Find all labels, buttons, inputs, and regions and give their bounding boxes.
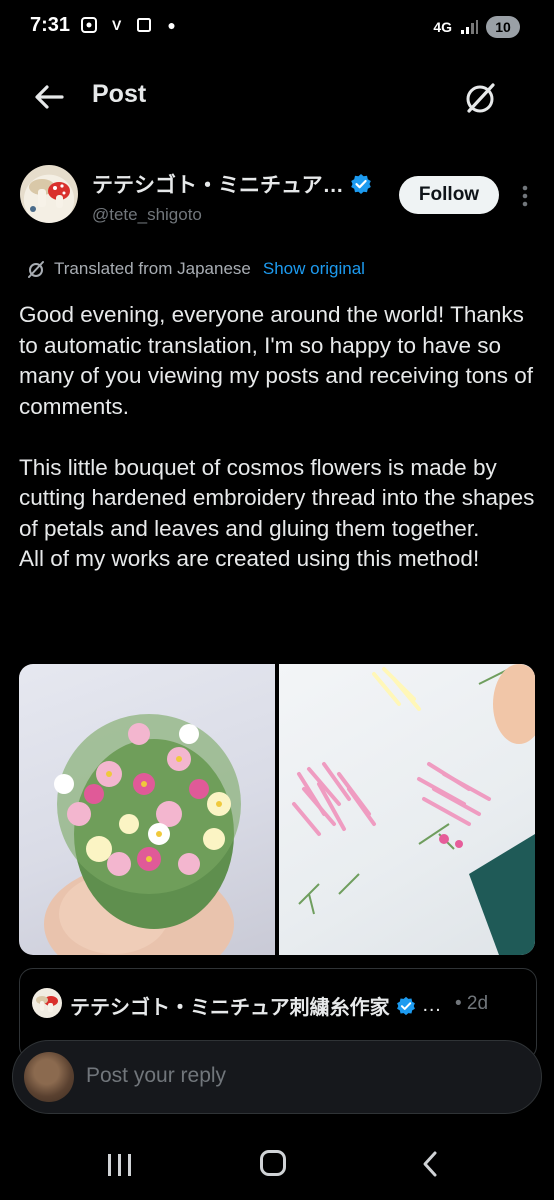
status-bar: 7:31 V ● 4G 10 xyxy=(0,0,554,58)
quoted-avatar xyxy=(32,988,62,1018)
post-media[interactable] xyxy=(19,664,535,955)
home-icon[interactable] xyxy=(260,1150,286,1176)
author-name[interactable]: テテシゴト・ミニチュア… xyxy=(92,169,344,199)
translation-row: Translated from Japanese Show original xyxy=(26,259,365,279)
square-icon xyxy=(137,18,152,32)
status-right-icons: 4G 10 xyxy=(433,16,520,38)
battery-indicator: 10 xyxy=(486,16,520,38)
reply-avatar xyxy=(24,1052,74,1102)
author-avatar[interactable] xyxy=(20,165,78,223)
quoted-mushroom-art xyxy=(36,996,58,1012)
status-left-icons: V ● xyxy=(80,16,176,34)
media-image-bouquet[interactable] xyxy=(19,664,275,955)
quoted-ellipsis: … xyxy=(421,994,442,1016)
status-time: 7:31 xyxy=(30,14,71,36)
arrow-left-icon[interactable] xyxy=(30,78,68,116)
bouquet-image-art xyxy=(44,714,241,955)
grok-translate-icon xyxy=(28,261,44,278)
follow-button[interactable]: Follow xyxy=(399,176,499,214)
media-image-petals[interactable] xyxy=(279,664,535,955)
signal-icon xyxy=(461,20,478,34)
recent-apps-icon[interactable] xyxy=(106,1152,134,1178)
quoted-age: • 2d xyxy=(455,993,489,1014)
more-options-icon[interactable] xyxy=(515,184,535,208)
v-icon: V xyxy=(112,17,122,33)
page-title: Post xyxy=(92,80,147,108)
back-icon[interactable] xyxy=(420,1150,440,1178)
post-text: Good evening, everyone around the world!… xyxy=(19,302,535,571)
reply-input[interactable]: Post your reply xyxy=(86,1064,226,1088)
petals-image-art xyxy=(292,664,535,955)
show-original-link[interactable]: Show original xyxy=(263,259,365,279)
grok-icon[interactable] xyxy=(460,78,500,118)
verified-badge-icon xyxy=(350,174,371,194)
network-label: 4G xyxy=(433,19,452,35)
mushroom-avatar-art xyxy=(29,179,70,212)
dot-icon: ● xyxy=(167,17,176,33)
author-handle[interactable]: @tete_shigoto xyxy=(92,205,202,225)
author-name-row[interactable]: テテシゴト・ミニチュア… xyxy=(92,169,372,199)
translated-label: Translated from Japanese xyxy=(54,259,251,278)
verified-badge-icon xyxy=(396,996,415,1015)
quoted-author-row: テテシゴト・ミニチュア刺繍糸作家 … xyxy=(70,991,442,1020)
quoted-author-name: テテシゴト・ミニチュア刺繍糸作家 xyxy=(70,997,390,1019)
screenshot-icon xyxy=(81,17,97,33)
